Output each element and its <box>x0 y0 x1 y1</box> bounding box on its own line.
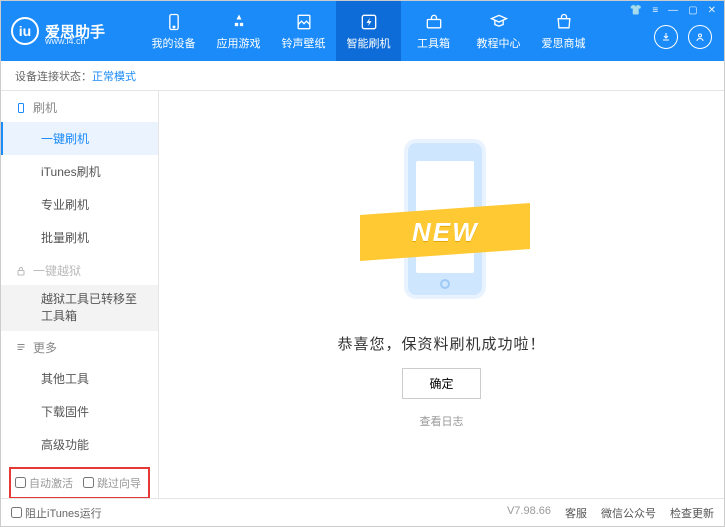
minimize-icon[interactable]: — <box>668 5 678 16</box>
success-illustration: NEW <box>332 119 552 319</box>
sidebar-item-jailbreak-note[interactable]: 越狱工具已转移至工具箱 <box>1 285 158 331</box>
nav-label: 我的设备 <box>152 35 196 51</box>
sidebar-group-flash[interactable]: 刷机 <box>1 91 158 122</box>
app-site: www.i4.cn <box>45 36 86 46</box>
sidebar-item-batch-flash[interactable]: 批量刷机 <box>1 221 158 254</box>
ok-button[interactable]: 确定 <box>402 368 480 399</box>
footer-link-support[interactable]: 客服 <box>565 505 587 521</box>
app-logo-icon: iu <box>11 17 39 45</box>
sidebar-item-oneclick-flash[interactable]: 一键刷机 <box>1 122 158 155</box>
nav-apps[interactable]: 应用游戏 <box>206 1 271 61</box>
cb-label: 自动激活 <box>29 475 73 491</box>
device-icon <box>164 12 184 32</box>
status-bar: 设备连接状态： 正常模式 <box>1 61 724 91</box>
nav-toolbox[interactable]: 工具箱 <box>401 1 466 61</box>
sidebar-item-download-firmware[interactable]: 下载固件 <box>1 395 158 428</box>
nav-ringtone[interactable]: 铃声壁纸 <box>271 1 336 61</box>
version-label: V7.98.66 <box>507 505 551 521</box>
toolbox-icon <box>424 12 444 32</box>
nav-tutorial[interactable]: 教程中心 <box>466 1 531 61</box>
checkbox-block-itunes[interactable]: 阻止iTunes运行 <box>11 505 102 521</box>
cb-label: 跳过向导 <box>97 475 141 491</box>
download-button[interactable] <box>654 25 678 49</box>
phone-icon <box>15 102 27 114</box>
close-icon[interactable]: ✕ <box>708 5 716 16</box>
nav-label: 爱思商城 <box>542 35 586 51</box>
checkbox-auto-activate[interactable]: 自动激活 <box>15 475 73 491</box>
nav-my-device[interactable]: 我的设备 <box>141 1 206 61</box>
nav-label: 工具箱 <box>417 35 450 51</box>
sidebar-item-pro-flash[interactable]: 专业刷机 <box>1 188 158 221</box>
nav-label: 应用游戏 <box>217 35 261 51</box>
group-label: 更多 <box>33 339 57 356</box>
checkbox-skip-guide[interactable]: 跳过向导 <box>83 475 141 491</box>
sidebar-group-jailbreak: 一键越狱 <box>1 254 158 285</box>
footer-link-update[interactable]: 检查更新 <box>670 505 714 521</box>
nav-label: 智能刷机 <box>347 35 391 51</box>
list-icon <box>15 341 27 353</box>
sidebar-item-other-tools[interactable]: 其他工具 <box>1 362 158 395</box>
sidebar-item-itunes-flash[interactable]: iTunes刷机 <box>1 155 158 188</box>
menu-icon[interactable]: ≡ <box>652 5 658 16</box>
nav-shop[interactable]: 爱思商城 <box>531 1 596 61</box>
flash-icon <box>359 12 379 32</box>
view-log-link[interactable]: 查看日志 <box>420 413 464 429</box>
user-button[interactable] <box>688 25 712 49</box>
group-label: 一键越狱 <box>33 262 81 279</box>
status-label: 设备连接状态： <box>15 68 92 84</box>
nav-smart-flash[interactable]: 智能刷机 <box>336 1 401 61</box>
ribbon-text: NEW <box>411 217 478 248</box>
sidebar-item-advanced[interactable]: 高级功能 <box>1 428 158 461</box>
wallpaper-icon <box>294 12 314 32</box>
shop-icon <box>554 12 574 32</box>
group-label: 刷机 <box>33 99 57 116</box>
tutorial-icon <box>489 12 509 32</box>
options-highlight-box: 自动激活 跳过向导 <box>9 467 150 498</box>
cb-label: 阻止iTunes运行 <box>25 505 102 521</box>
nav-label: 教程中心 <box>477 35 521 51</box>
skin-icon[interactable]: 👕 <box>630 5 642 16</box>
success-message: 恭喜您，保资料刷机成功啦！ <box>337 333 545 354</box>
maximize-icon[interactable]: ▢ <box>688 5 697 16</box>
status-value: 正常模式 <box>92 68 136 84</box>
apps-icon <box>229 12 249 32</box>
sidebar-group-more[interactable]: 更多 <box>1 331 158 362</box>
footer-link-wechat[interactable]: 微信公众号 <box>601 505 656 521</box>
lock-icon <box>15 265 27 277</box>
nav-label: 铃声壁纸 <box>282 35 326 51</box>
